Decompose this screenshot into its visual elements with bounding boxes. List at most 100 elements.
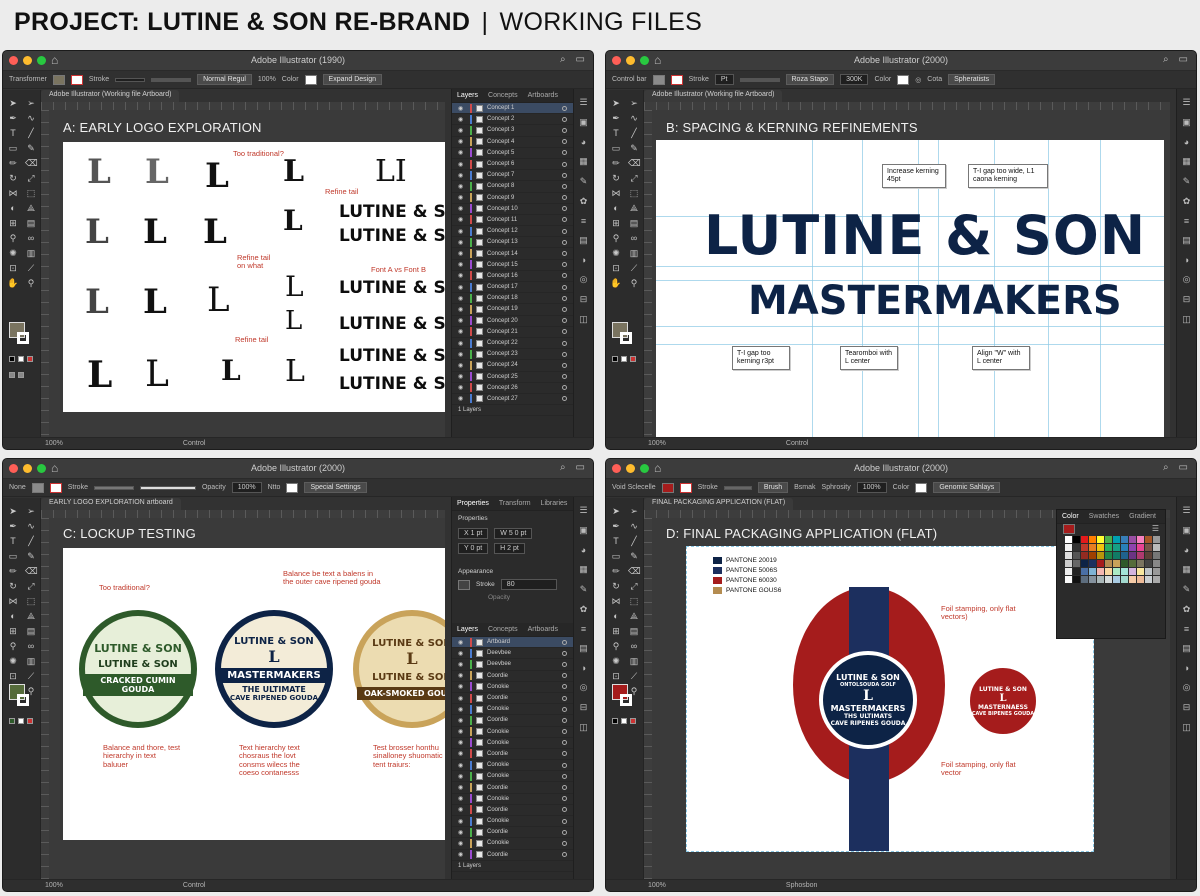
stroke-color-icon[interactable] bbox=[17, 332, 29, 344]
variable-width-field[interactable] bbox=[723, 485, 752, 490]
layer-row[interactable]: ◉ Coordie bbox=[452, 805, 573, 816]
libraries-icon[interactable]: ▣ bbox=[1182, 525, 1191, 536]
tab-color[interactable]: Color bbox=[1062, 513, 1079, 520]
target-circle-icon[interactable] bbox=[562, 150, 567, 156]
graph-icon[interactable]: ▥ bbox=[25, 656, 37, 666]
target-circle-icon[interactable] bbox=[562, 273, 567, 279]
visibility-eye-icon[interactable]: ◉ bbox=[458, 795, 466, 802]
target-circle-icon[interactable] bbox=[562, 262, 567, 268]
scale-icon[interactable]: ⤢ bbox=[628, 581, 640, 591]
none-color-icon[interactable] bbox=[630, 718, 636, 724]
layer-row[interactable]: ◉ Concept 11 bbox=[452, 215, 573, 227]
curvature-icon[interactable]: ∿ bbox=[628, 113, 640, 123]
color-swatch-chip[interactable] bbox=[1073, 552, 1080, 559]
target-circle-icon[interactable] bbox=[562, 706, 567, 712]
layer-row[interactable]: ◉ Deevbee bbox=[452, 659, 573, 671]
artboard-tool-icon[interactable]: ⊡ bbox=[7, 671, 19, 681]
selection-tool-icon[interactable]: ➤ bbox=[610, 98, 622, 108]
color-swatch-chip[interactable] bbox=[1097, 576, 1104, 583]
width-tool-icon[interactable]: ⋈ bbox=[610, 596, 622, 606]
fill-swatch[interactable] bbox=[661, 482, 674, 493]
color-swatch-chip[interactable] bbox=[1065, 568, 1072, 575]
target-circle-icon[interactable] bbox=[562, 785, 567, 791]
graph-icon[interactable]: ▥ bbox=[628, 656, 640, 666]
default-colors-icon[interactable] bbox=[612, 718, 618, 724]
color-swatch-chip[interactable] bbox=[1113, 568, 1120, 575]
layer-row[interactable]: ◉ Coordie bbox=[452, 671, 573, 682]
target-circle-icon[interactable] bbox=[562, 762, 567, 768]
color-swatch-chip[interactable] bbox=[1097, 568, 1104, 575]
stroke-swatch[interactable] bbox=[679, 482, 692, 493]
tab-properties[interactable]: Properties bbox=[457, 500, 489, 507]
color-swatch-chip[interactable] bbox=[1121, 576, 1128, 583]
stroke-icon[interactable]: ≡ bbox=[1184, 216, 1189, 226]
blend-icon[interactable]: ∞ bbox=[25, 641, 37, 651]
layer-row[interactable]: ◉ Concept 9 bbox=[452, 193, 573, 204]
pen-tool-icon[interactable]: ✒ bbox=[7, 113, 19, 123]
color-swatch-chip[interactable] bbox=[1089, 536, 1096, 543]
pencil-icon[interactable]: ✏ bbox=[7, 158, 19, 168]
brush-select[interactable]: Roza Stapo bbox=[785, 74, 835, 85]
visibility-eye-icon[interactable]: ◉ bbox=[458, 773, 466, 780]
color-swatch-chip[interactable] bbox=[1145, 576, 1152, 583]
color-swatch-chip[interactable] bbox=[1089, 544, 1096, 551]
color-swatch-chip[interactable] bbox=[1145, 560, 1152, 567]
target-circle-icon[interactable] bbox=[562, 318, 567, 324]
recolor-icon[interactable]: ◎ bbox=[915, 76, 921, 84]
search-icon[interactable]: ⌕ bbox=[1163, 54, 1169, 65]
curvature-icon[interactable]: ∿ bbox=[25, 113, 37, 123]
tab-concepts[interactable]: Concepts bbox=[488, 92, 518, 99]
align-icon[interactable]: ⊟ bbox=[1183, 702, 1191, 713]
layer-row[interactable]: ◉ Concept 2 bbox=[452, 114, 573, 126]
layer-row[interactable]: ◉ Concept 18 bbox=[452, 293, 573, 305]
visibility-eye-icon[interactable]: ◉ bbox=[458, 272, 466, 279]
mesh-icon[interactable]: ⊞ bbox=[7, 626, 19, 636]
eyedropper-icon[interactable]: ⚲ bbox=[7, 641, 19, 651]
color-swatch-chip[interactable] bbox=[1145, 552, 1152, 559]
target-circle-icon[interactable] bbox=[562, 105, 567, 111]
transparency-icon[interactable]: ◑ bbox=[1184, 663, 1189, 673]
layer-row[interactable]: ◉ Concept 22 bbox=[452, 338, 573, 350]
color-swatch-chip[interactable] bbox=[1081, 576, 1088, 583]
color-swatch-chip[interactable] bbox=[1081, 552, 1088, 559]
layer-row[interactable]: ◉ Conokie bbox=[452, 727, 573, 738]
free-transform-icon[interactable]: ⬚ bbox=[628, 188, 640, 198]
tab-gradient[interactable]: Gradient bbox=[1129, 513, 1156, 520]
color-swatch-chip[interactable] bbox=[1113, 576, 1120, 583]
target-circle-icon[interactable] bbox=[562, 329, 567, 335]
target-circle-icon[interactable] bbox=[562, 340, 567, 346]
stroke-icon[interactable]: ≡ bbox=[581, 624, 586, 634]
target-circle-icon[interactable] bbox=[562, 807, 567, 813]
color-swatch-chip[interactable] bbox=[1105, 568, 1112, 575]
free-transform-icon[interactable]: ⬚ bbox=[25, 596, 37, 606]
gradient-panel-icon[interactable]: ▤ bbox=[579, 235, 588, 246]
arrange-icon[interactable]: ▭ bbox=[1179, 462, 1188, 473]
target-circle-icon[interactable] bbox=[562, 127, 567, 133]
target-circle-icon[interactable] bbox=[562, 396, 567, 402]
swap-colors-icon[interactable] bbox=[18, 718, 24, 724]
brushes-icon[interactable]: ✎ bbox=[1183, 176, 1191, 187]
color-swatch-chip[interactable] bbox=[1137, 560, 1144, 567]
color-swatch-chip[interactable] bbox=[1153, 576, 1160, 583]
color-swatch-chip[interactable] bbox=[1065, 560, 1072, 567]
appearance-icon[interactable]: ◎ bbox=[580, 274, 588, 285]
opacity-field[interactable]: 100% bbox=[856, 482, 887, 493]
mesh-icon[interactable]: ⊞ bbox=[610, 218, 622, 228]
target-circle-icon[interactable] bbox=[562, 183, 567, 189]
target-circle-icon[interactable] bbox=[562, 740, 567, 746]
target-circle-icon[interactable] bbox=[562, 228, 567, 234]
color-swatch-chip[interactable] bbox=[1129, 568, 1136, 575]
target-circle-icon[interactable] bbox=[562, 195, 567, 201]
paintbrush-icon[interactable]: ✎ bbox=[25, 143, 37, 153]
document-tab[interactable]: Adobe Illustrator (Working file Artboard… bbox=[41, 90, 180, 102]
color-swatch-chip[interactable] bbox=[1145, 536, 1152, 543]
slice-icon[interactable]: ⟋ bbox=[25, 263, 37, 273]
align-icon[interactable]: ⊟ bbox=[580, 294, 588, 305]
color-swatch-chip[interactable] bbox=[1121, 552, 1128, 559]
align-icon[interactable]: ⊟ bbox=[1183, 294, 1191, 305]
genomic-button[interactable]: Genomic Sahlays bbox=[933, 482, 1001, 493]
color-swatch-chip[interactable] bbox=[1073, 568, 1080, 575]
free-transform-icon[interactable]: ⬚ bbox=[628, 596, 640, 606]
fill-swatch[interactable] bbox=[31, 482, 44, 493]
color-swatch-chip[interactable] bbox=[1089, 568, 1096, 575]
